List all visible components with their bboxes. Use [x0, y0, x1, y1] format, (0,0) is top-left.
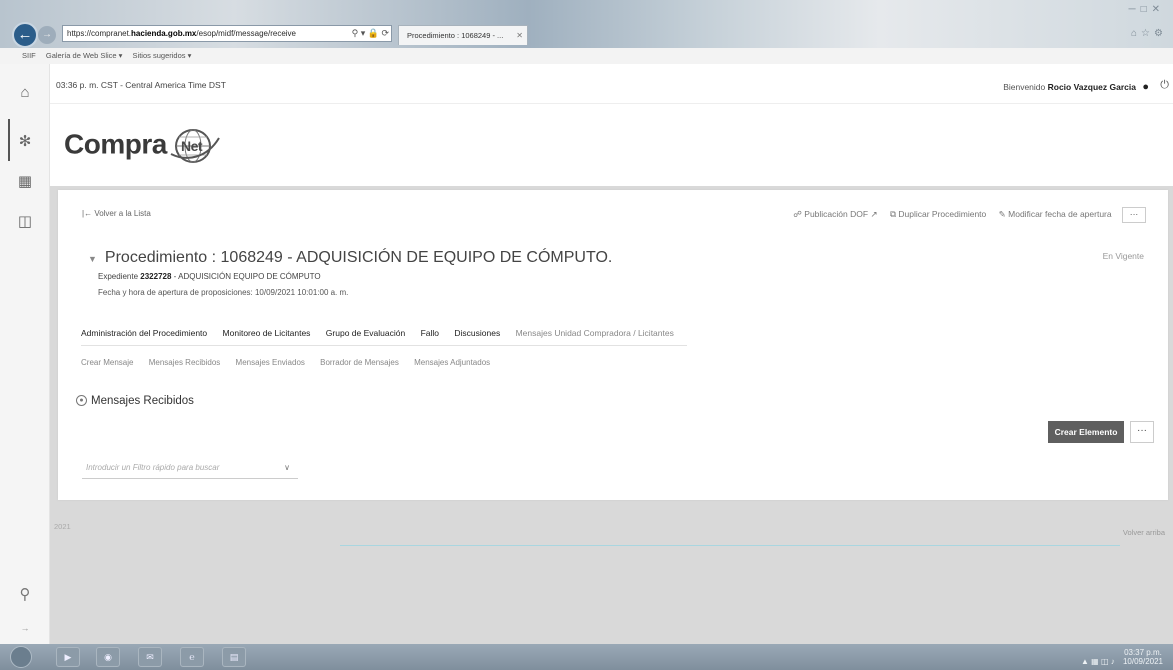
tray-icons[interactable]: ▲ ▦ ◫ ♪	[1081, 657, 1115, 666]
favorite-web-slice[interactable]: Galería de Web Slice ▾	[46, 51, 123, 60]
tab-discusiones[interactable]: Discusiones	[454, 328, 500, 338]
procedure-card: |← Volver a la Lista ☍ Publicación DOF ↗…	[58, 190, 1168, 500]
create-element-button[interactable]: Crear Elemento	[1048, 421, 1124, 443]
tab-monitoreo[interactable]: Monitoreo de Licitantes	[223, 328, 311, 338]
address-bar-icons[interactable]: ⚲ ▾ 🔒 ⟳	[352, 26, 389, 41]
favorites-bar: SIIF Galería de Web Slice ▾ Sitios suger…	[0, 48, 1173, 64]
browser-forward-button[interactable]: →	[38, 26, 56, 44]
taskbar-app-explorer-icon[interactable]: ▤	[222, 647, 246, 667]
tray-date: 10/09/2021	[1122, 657, 1163, 666]
user-icon[interactable]: ●	[1142, 81, 1149, 93]
publicacion-dof-label: Publicación DOF	[804, 209, 869, 219]
back-to-list-link[interactable]: |← Volver a la Lista	[82, 209, 151, 218]
browser-tools-icons[interactable]: ⌂☆⚙	[1131, 28, 1167, 39]
top-header: 03:36 p. m. CST - Central America Time D…	[50, 64, 1173, 104]
status-badge: En Vigente	[1102, 251, 1144, 261]
taskbar-app-chrome-icon[interactable]: ◉	[96, 647, 120, 667]
procedures-icon[interactable]: ✻	[0, 132, 50, 150]
tray-clock[interactable]: 03:37 p.m. 10/09/2021	[1123, 648, 1163, 666]
subtab-mensajes-recibidos[interactable]: Mensajes Recibidos	[149, 358, 221, 367]
back-to-list-label: Volver a la Lista	[94, 209, 151, 218]
tab-close-icon[interactable]: ✕	[516, 26, 523, 45]
page-footer: 2021 Volver arriba	[50, 508, 1173, 548]
taskbar-app-media-icon[interactable]: ▶	[56, 647, 80, 667]
window-controls[interactable]: ─□✕	[1128, 4, 1165, 15]
footer-divider	[340, 545, 1120, 546]
tab-grupo-evaluacion[interactable]: Grupo de Evaluación	[326, 328, 405, 338]
duplicate-procedure-label: Duplicar Procedimiento	[898, 209, 987, 219]
logo-globe-text: Net	[181, 138, 203, 154]
globe-logo-icon: Net	[170, 129, 220, 163]
subtab-adjuntados[interactable]: Mensajes Adjuntados	[414, 358, 490, 367]
browser-tab[interactable]: Procedimiento : 1068249 - ... ✕	[398, 25, 528, 45]
tab-administracion[interactable]: Administración del Procedimiento	[81, 328, 207, 338]
tab-mensajes[interactable]: Mensajes Unidad Compradora / Licitantes	[516, 328, 674, 338]
address-bar[interactable]: https://compranet.hacienda.gob.mx/esop/m…	[62, 25, 392, 42]
back-to-top-link[interactable]: Volver arriba	[1123, 528, 1165, 537]
expediente-line: Expediente 2322728 - ADQUISICIÓN EQUIPO …	[98, 272, 321, 281]
url-prefix: https://compranet.	[67, 29, 132, 38]
filter-placeholder: Introducir un Filtro rápido para buscar	[86, 463, 220, 472]
section-title: ● Mensajes Recibidos	[76, 395, 194, 407]
user-name[interactable]: Rocio Vazquez Garcia	[1048, 82, 1136, 92]
opening-date: Fecha y hora de apertura de proposicione…	[98, 288, 349, 297]
organization-icon[interactable]: ▦	[0, 172, 50, 190]
expediente-description: - ADQUISICIÓN EQUIPO DE CÓMPUTO	[173, 272, 321, 281]
welcome-user: Bienvenido Rocio Vazquez Garcia ●	[1003, 81, 1149, 93]
collapse-caret-icon[interactable]: ▼	[88, 254, 97, 264]
left-navigation-rail: ⌂ ✻ ▦ ◫	[0, 64, 50, 644]
expand-rail-icon[interactable]: →	[0, 623, 50, 633]
home-icon[interactable]: ⌂	[0, 84, 50, 101]
back-arrow-icon: |←	[82, 209, 93, 218]
duplicate-procedure-button[interactable]: ⧉ Duplicar Procedimiento	[890, 209, 986, 219]
modify-opening-date-label: Modificar fecha de apertura	[1008, 209, 1112, 219]
tab-fallo[interactable]: Fallo	[421, 328, 439, 338]
expediente-number[interactable]: 2322728	[140, 272, 171, 281]
url-domain: hacienda.gob.mx	[131, 29, 197, 38]
publicacion-dof-button[interactable]: ☍ Publicación DOF ↗	[793, 209, 877, 219]
logo-band: Compra Net	[50, 104, 1173, 186]
taskbar-app-ie-icon[interactable]: ℮	[180, 647, 204, 667]
favorite-siif[interactable]: SIIF	[22, 51, 36, 60]
procedure-actions: ☍ Publicación DOF ↗ ⧉ Duplicar Procedimi…	[783, 207, 1146, 223]
modify-opening-date-button[interactable]: ✎ Modificar fecha de apertura	[999, 209, 1112, 219]
procedure-title: ▼ Procedimiento : 1068249 - ADQUISICIÓN D…	[88, 249, 612, 267]
browser-back-button[interactable]: ←	[12, 22, 38, 48]
browser-toolbar: ← → https://compranet.hacienda.gob.mx/es…	[0, 0, 1173, 48]
url-path: /esop/midf/message/receive	[196, 29, 296, 38]
section-title-text: Mensajes Recibidos	[91, 395, 194, 407]
procedure-title-text: Procedimiento : 1068249 - ADQUISICIÓN DE…	[104, 249, 613, 266]
system-tray: ▲ ▦ ◫ ♪ 03:37 p.m. 10/09/2021	[1081, 648, 1163, 666]
quick-filter-input[interactable]: Introducir un Filtro rápido para buscar …	[82, 459, 298, 479]
compranet-logo[interactable]: Compra Net	[64, 128, 221, 164]
chevron-down-icon[interactable]: ∨	[284, 459, 290, 477]
favorite-suggested-sites[interactable]: Sitios sugeridos ▾	[133, 51, 192, 60]
subtab-crear-mensaje[interactable]: Crear Mensaje	[81, 358, 133, 367]
footer-year: 2021	[54, 522, 71, 531]
logo-text: Compra	[64, 128, 167, 160]
tray-time: 03:37 p.m.	[1124, 648, 1162, 657]
current-time: 03:36 p. m. CST - Central America Time D…	[56, 80, 226, 90]
create-more-button[interactable]: ···	[1130, 421, 1154, 443]
duplicate-icon: ⧉	[889, 209, 897, 219]
os-taskbar: ▶ ◉ ✉ ℮ ▤ ▲ ▦ ◫ ♪ 03:37 p.m. 10/09/2021	[0, 644, 1173, 670]
documents-icon[interactable]: ◫	[0, 212, 50, 230]
logout-icon[interactable]: ⏻	[1160, 79, 1169, 92]
start-button[interactable]	[10, 646, 32, 668]
external-link-icon: ↗	[870, 209, 878, 219]
subtab-borrador[interactable]: Borrador de Mensajes	[320, 358, 399, 367]
messages-icon: ●	[76, 395, 87, 407]
search-icon[interactable]: ⚲	[0, 585, 50, 603]
expediente-label: Expediente	[98, 272, 139, 281]
sub-tabs: Crear Mensaje Mensajes Recibidos Mensaje…	[81, 358, 503, 367]
more-actions-button[interactable]: ···	[1122, 207, 1146, 223]
welcome-label: Bienvenido	[1003, 82, 1046, 92]
main-tabs: Administración del Procedimiento Monitor…	[81, 328, 687, 346]
tab-title: Procedimiento : 1068249 - ...	[407, 31, 504, 40]
subtab-mensajes-enviados[interactable]: Mensajes Enviados	[236, 358, 305, 367]
taskbar-app-outlook-icon[interactable]: ✉	[138, 647, 162, 667]
link-icon: ☍	[793, 209, 802, 219]
edit-icon: ✎	[998, 209, 1006, 219]
